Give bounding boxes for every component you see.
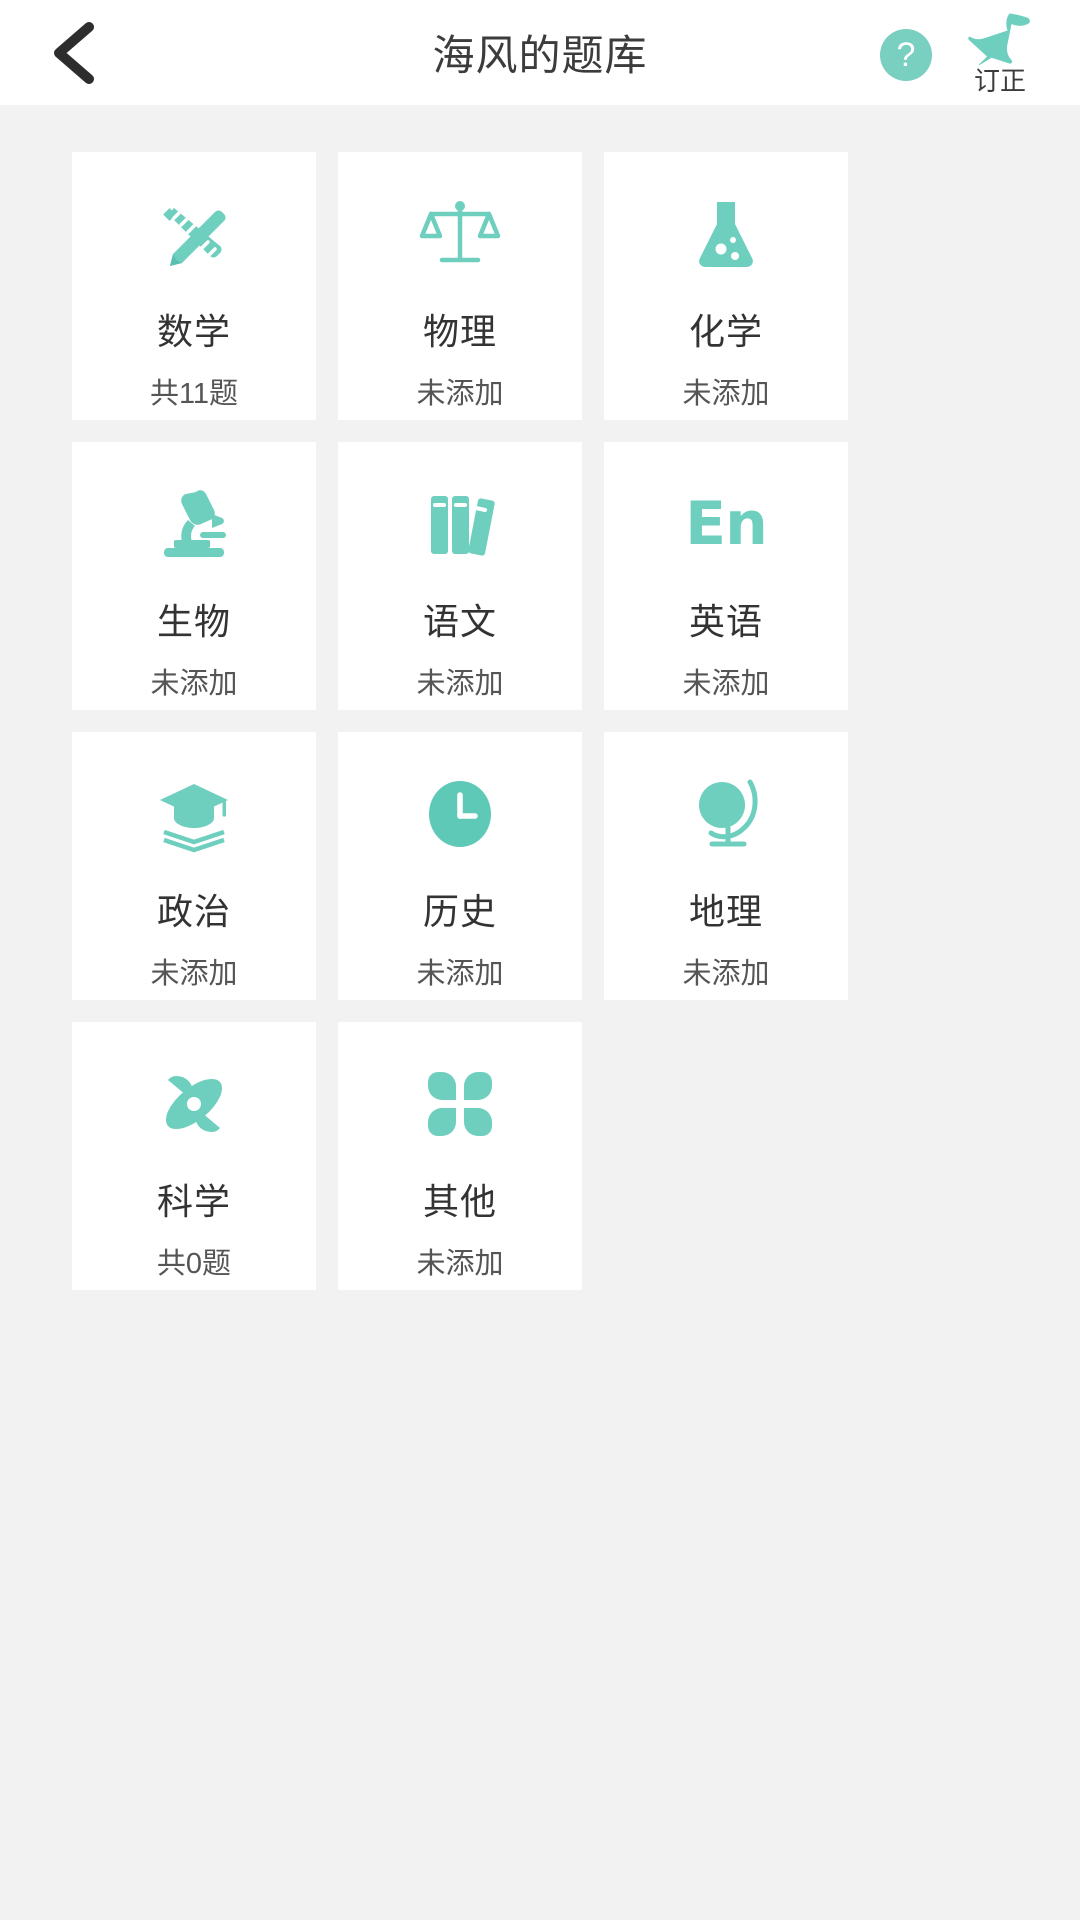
subject-title: 生物 <box>156 601 231 642</box>
subject-subtitle: 未添加 <box>682 668 770 700</box>
subject-title: 英语 <box>688 601 763 642</box>
subject-title: 化学 <box>688 311 763 352</box>
subject-title: 政治 <box>156 891 231 932</box>
subject-grid: 数学 共11题 物理 未添加 化学 未添加 生物 未添加 语文 未添加 En 英… <box>0 105 1080 1290</box>
subject-card-biology[interactable]: 生物 未添加 <box>72 442 316 710</box>
subject-title: 科学 <box>156 1181 231 1222</box>
subject-subtitle: 未添加 <box>416 1248 504 1280</box>
subject-subtitle: 共0题 <box>156 1248 232 1280</box>
subject-subtitle: 未添加 <box>682 958 770 990</box>
subject-card-physics[interactable]: 物理 未添加 <box>338 152 582 420</box>
subject-title: 历史 <box>422 891 497 932</box>
subject-subtitle: 未添加 <box>416 668 504 700</box>
question-mark-icon: ? <box>896 36 916 74</box>
correction-label: 订正 <box>973 66 1026 96</box>
subject-subtitle: 未添加 <box>150 958 238 990</box>
subject-card-science[interactable]: 科学 共0题 <box>72 1022 316 1290</box>
pin-icon <box>965 10 1035 66</box>
clock-icon <box>338 772 582 856</box>
correction-button[interactable]: 订正 <box>950 10 1050 94</box>
subject-subtitle: 未添加 <box>682 378 770 410</box>
subject-card-chemistry[interactable]: 化学 未添加 <box>604 152 848 420</box>
subject-card-english[interactable]: En 英语 未添加 <box>604 442 848 710</box>
subject-title: 数学 <box>156 311 231 352</box>
subject-title: 其他 <box>422 1181 497 1222</box>
en-text-icon: En <box>685 489 768 559</box>
subject-title: 物理 <box>422 311 497 352</box>
flask-icon <box>604 192 848 276</box>
books-icon <box>338 482 582 566</box>
subject-card-math[interactable]: 数学 共11题 <box>72 152 316 420</box>
subject-card-other[interactable]: 其他 未添加 <box>338 1022 582 1290</box>
subject-subtitle: 未添加 <box>416 378 504 410</box>
subject-title: 地理 <box>688 891 763 932</box>
subject-card-history[interactable]: 历史 未添加 <box>338 732 582 1000</box>
microscope-icon <box>72 482 316 566</box>
balance-scale-icon <box>338 192 582 276</box>
subject-subtitle: 未添加 <box>150 668 238 700</box>
subject-card-geography[interactable]: 地理 未添加 <box>604 732 848 1000</box>
app-header: 海风的题库 ? 订正 <box>0 0 1080 105</box>
globe-icon <box>604 772 848 856</box>
four-petals-icon <box>338 1062 582 1146</box>
help-button[interactable]: ? <box>880 29 932 81</box>
subject-card-chinese[interactable]: 语文 未添加 <box>338 442 582 710</box>
subject-subtitle: 共11题 <box>149 378 239 410</box>
atom-icon <box>72 1062 316 1146</box>
graduation-cap-book-icon <box>72 772 316 856</box>
subject-title: 语文 <box>422 601 497 642</box>
subject-subtitle: 未添加 <box>416 958 504 990</box>
subject-card-politics[interactable]: 政治 未添加 <box>72 732 316 1000</box>
pencil-ruler-icon <box>72 192 316 276</box>
